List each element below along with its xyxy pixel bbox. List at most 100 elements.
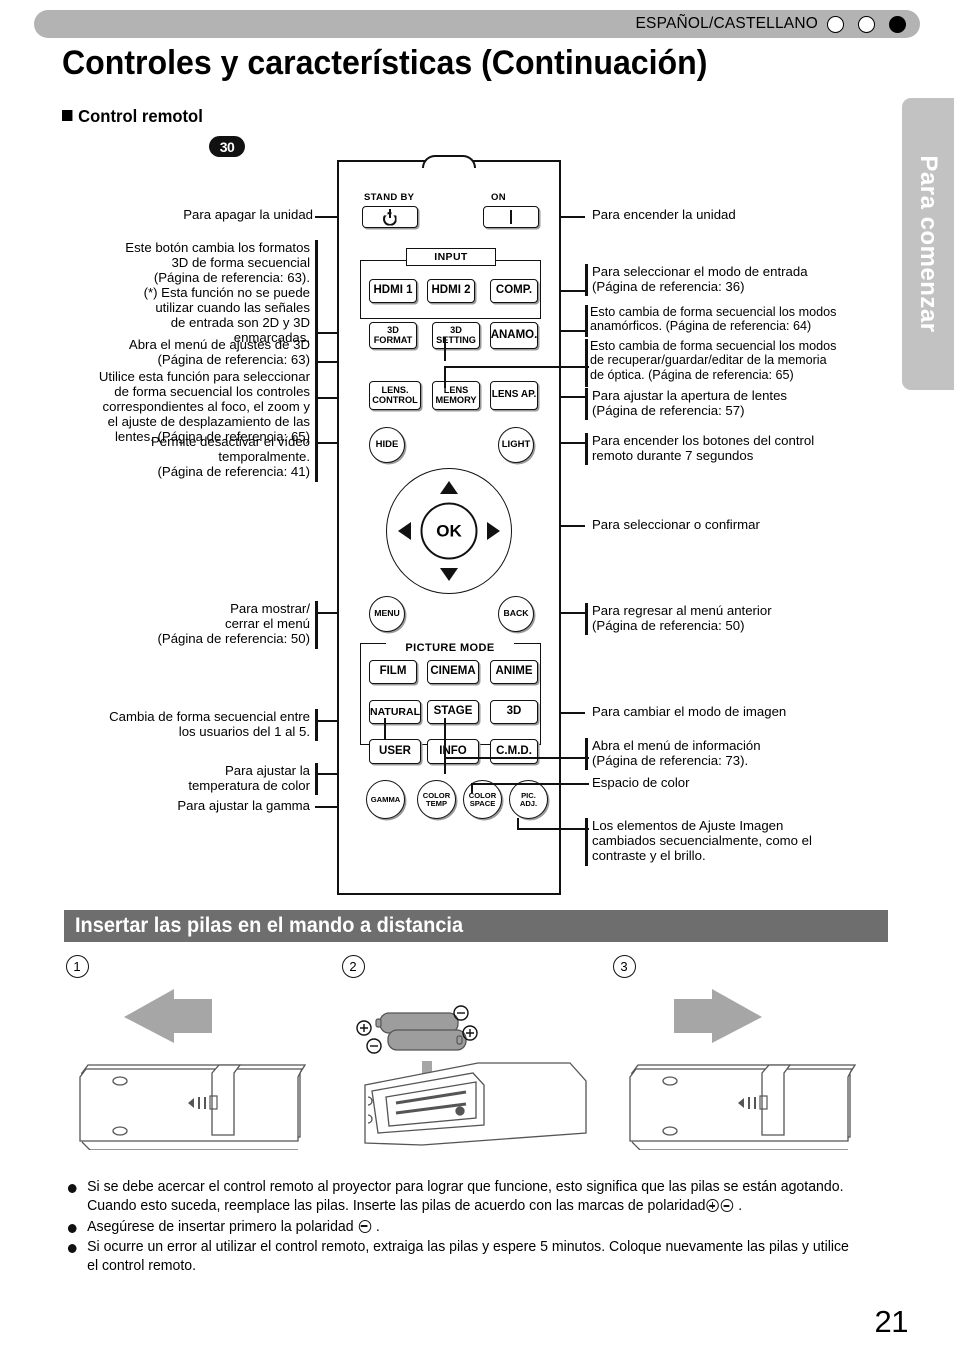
callout-lens-control-l2: de forma secuencial los controles xyxy=(114,383,310,399)
callout-bar-info xyxy=(585,738,589,770)
callout-user-l1: Cambia de forma secuencial entre xyxy=(109,709,310,724)
light-button[interactable]: LIGHT xyxy=(498,427,534,463)
lens-memory-line2: MEMORY xyxy=(435,394,477,405)
dpad[interactable]: OK xyxy=(386,468,512,594)
page-root: ESPAÑOL/CASTELLANO Controles y caracterí… xyxy=(0,0,954,1356)
step-number-3-text: 3 xyxy=(620,958,628,974)
callout-lens-ap: Para ajustar la apertura de lentes (Pági… xyxy=(592,388,912,418)
callout-back: Para regresar al menú anterior (Página d… xyxy=(592,603,912,633)
callout-3d-format: Este botón cambia los formatos 3D de for… xyxy=(60,240,310,345)
note-item-1: Si se debe acercar el control remoto al … xyxy=(66,1178,863,1217)
anamo-button[interactable]: ANAMO. xyxy=(490,322,538,349)
power-on-button[interactable] xyxy=(483,206,539,228)
note-item-3: Si ocurre un error al utilizar el contro… xyxy=(66,1238,863,1277)
dpad-down-icon[interactable] xyxy=(440,568,458,581)
connector-lens-memory-v xyxy=(444,366,446,388)
battery-step-2-illustration xyxy=(340,985,630,1150)
3d-format-line2: FORMAT xyxy=(373,334,413,345)
lens-control-button[interactable]: LENS. CONTROL xyxy=(369,381,421,410)
callout-3d-format-l2: 3D de forma secuencial xyxy=(171,254,310,270)
color-temp-button[interactable]: COLOR TEMP xyxy=(417,780,456,819)
callout-bar-3d-format xyxy=(315,240,319,338)
minus-icon-2 xyxy=(358,1219,371,1233)
callout-pic-adj-l2: cambiados secuencialmente, como el xyxy=(592,832,812,848)
callout-power-off: Para apagar la unidad xyxy=(60,207,313,222)
callout-pic-adj-l3: contraste y el brillo. xyxy=(592,847,706,863)
battery-section-heading: Insertar las pilas en el mando a distanc… xyxy=(75,914,464,937)
power-icon xyxy=(382,208,398,226)
color-temp-line2: TEMP xyxy=(425,798,448,808)
3d-setting-button[interactable]: 3D SETTING xyxy=(432,322,480,349)
callout-3d-format-l3: (Página de referencia: 63). xyxy=(153,269,310,285)
step-number-1: 1 xyxy=(66,955,89,978)
battery-step-1-illustration xyxy=(62,985,352,1150)
comp-button[interactable]: COMP. xyxy=(490,279,538,303)
callout-3d-format-l1: Este botón cambia los formatos xyxy=(125,240,310,255)
hdmi2-button[interactable]: HDMI 2 xyxy=(427,279,475,303)
power-on-icon xyxy=(509,210,513,224)
language-dot-3-icon xyxy=(889,16,906,33)
callout-picture-mode-l1: Para cambiar el modo de imagen xyxy=(592,704,787,719)
color-space-button[interactable]: COLOR SPACE xyxy=(463,780,502,819)
connector-color-space-h xyxy=(471,783,589,785)
page-ref-badge: 30 xyxy=(209,136,245,157)
lens-ap-button[interactable]: LENS AP. xyxy=(490,381,538,410)
callout-bar-3d-setting xyxy=(315,337,319,369)
battery-section-bar: Insertar las pilas en el mando a distanc… xyxy=(64,910,888,942)
plus-icon xyxy=(706,1199,719,1213)
callout-power-on: Para encender la unidad xyxy=(592,207,892,222)
back-button[interactable]: BACK xyxy=(498,596,534,632)
callout-power-off-l1: Para apagar la unidad xyxy=(183,207,313,222)
callout-info: Abra el menú de información (Página de r… xyxy=(592,738,912,768)
cinema-button[interactable]: CINEMA xyxy=(427,660,479,684)
callout-menu-l2: cerrar el menú xyxy=(224,615,310,631)
lens-memory-button[interactable]: LENS MEMORY xyxy=(432,381,480,410)
ok-button[interactable]: OK xyxy=(420,502,478,560)
standby-button[interactable] xyxy=(362,206,418,228)
user-button[interactable]: USER xyxy=(369,739,421,764)
callout-pic-adj-l1: Los elementos de Ajuste Imagen xyxy=(592,818,784,833)
callout-color-space: Espacio de color xyxy=(592,775,912,790)
callout-lens-memory-l2: de recuperar/guardar/editar de la memori… xyxy=(590,353,827,368)
callout-3d-format-l6: de entrada son 2D y 3D xyxy=(170,314,310,330)
menu-button[interactable]: MENU xyxy=(369,596,405,632)
notes-list: Si se debe acercar el control remoto al … xyxy=(66,1178,896,1277)
color-space-line2: SPACE xyxy=(469,798,496,808)
input-group-title: INPUT xyxy=(406,248,496,266)
3d-format-button[interactable]: 3D FORMAT xyxy=(369,322,417,349)
callout-anamo: Esto cambia de forma secuencial los modo… xyxy=(590,305,920,334)
dpad-up-icon[interactable] xyxy=(440,481,458,494)
film-button[interactable]: FILM xyxy=(369,660,417,684)
battery-step-3-illustration xyxy=(612,985,902,1150)
connector-color-space xyxy=(471,783,473,793)
hdmi1-button[interactable]: HDMI 1 xyxy=(369,279,417,303)
connector-user xyxy=(384,718,386,740)
info-button[interactable]: INFO xyxy=(427,739,479,764)
gamma-button[interactable]: GAMMA xyxy=(366,780,405,819)
remote-control-diagram: STAND BY ON INPUT HDMI 1 HDMI 2 COMP. 3D… xyxy=(337,155,561,895)
note-item-3-text: Si ocurre un error al utilizar el contro… xyxy=(87,1238,849,1274)
section-heading-text: Control remotol xyxy=(78,106,203,126)
callout-light-l1: Para encender los botones del control xyxy=(592,433,815,448)
natural-button[interactable]: NATURAL xyxy=(369,700,421,724)
picture-mode-group-box xyxy=(360,643,541,745)
dpad-right-icon[interactable] xyxy=(487,522,500,540)
callout-ok: Para seleccionar o confirmar xyxy=(592,517,912,532)
callout-pic-adj: Los elementos de Ajuste Imagen cambiados… xyxy=(592,818,912,863)
callout-user: Cambia de forma secuencial entre los usu… xyxy=(45,709,310,739)
hide-button[interactable]: HIDE xyxy=(369,427,405,463)
dpad-left-icon[interactable] xyxy=(398,522,411,540)
callout-gamma: Para ajustar la gamma xyxy=(55,798,310,813)
callout-lens-memory-l1: Esto cambia de forma secuencial los modo… xyxy=(590,339,837,353)
anime-button[interactable]: ANIME xyxy=(490,660,538,684)
3d-mode-button[interactable]: 3D xyxy=(490,700,538,724)
stage-button[interactable]: STAGE xyxy=(427,700,479,724)
callout-gamma-l1: Para ajustar la gamma xyxy=(177,798,310,813)
callout-input-l1: Para seleccionar el modo de entrada xyxy=(592,264,808,279)
pic-adj-button[interactable]: PIC. ADJ. xyxy=(509,780,548,819)
standby-label: STAND BY xyxy=(364,192,415,203)
callout-user-l2: los usuarios del 1 al 5. xyxy=(178,723,310,739)
callout-bar-lens-ap xyxy=(585,388,589,420)
cmd-button[interactable]: C.M.D. xyxy=(490,739,538,764)
callout-input: Para seleccionar el modo de entrada (Pág… xyxy=(592,264,912,294)
